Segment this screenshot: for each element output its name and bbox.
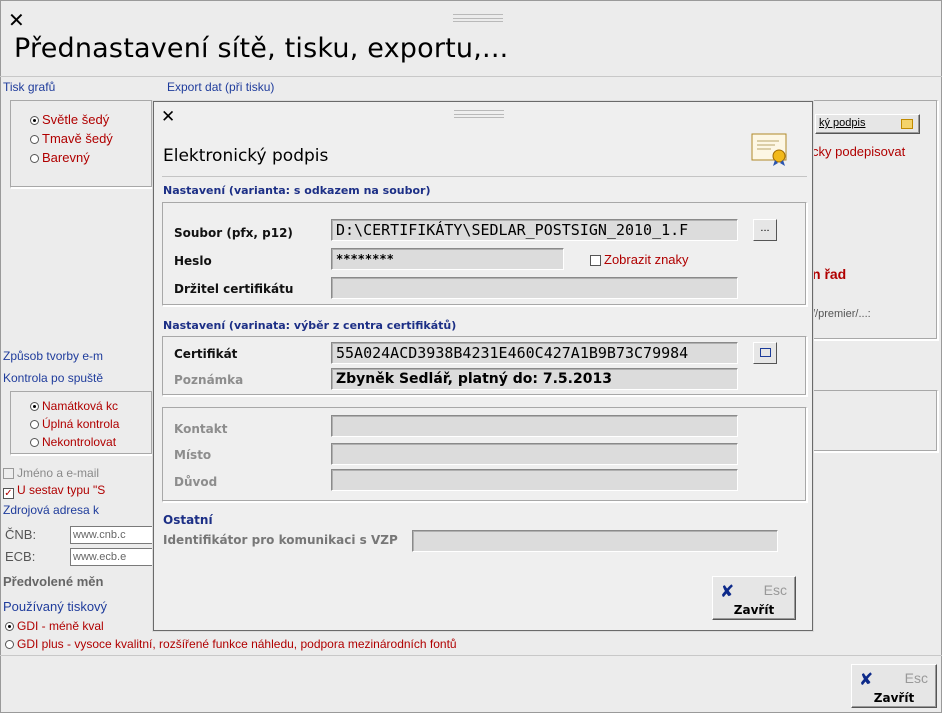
section-ostatni: Ostatní: [163, 513, 213, 527]
rad-label: n řad: [812, 266, 847, 282]
certificate-icon: [751, 132, 789, 166]
certifikat-label: Certifikát: [174, 347, 238, 361]
check-sestav[interactable]: ✓ U sestav typu "S: [3, 483, 105, 499]
select-certificate-button[interactable]: [753, 342, 777, 364]
drzitel-label: Držitel certifikátu: [174, 282, 294, 296]
zobrazit-checkbox[interactable]: Zobrazit znaky: [590, 252, 689, 267]
duvod-field[interactable]: [331, 469, 738, 491]
dialog-title: Elektronický podpis: [163, 146, 329, 166]
drzitel-field: [331, 277, 738, 299]
radio-graph-1[interactable]: Tmavě šedý: [30, 131, 113, 146]
radio-print-1[interactable]: GDI plus - vysoce kvalitní, rozšířené fu…: [5, 637, 457, 651]
page-title: Přednastavení sítě, tisku, exportu,...: [14, 33, 509, 64]
kontakt-field[interactable]: [331, 415, 738, 437]
section-tisk-grafu: Tisk grafů: [3, 80, 56, 94]
certificate-icon: [901, 119, 913, 129]
heslo-label: Heslo: [174, 254, 212, 268]
cnb-field[interactable]: www.cnb.c: [70, 526, 160, 544]
soubor-field[interactable]: D:\CERTIFIKÁTY\SEDLAR_POSTSIGN_2010_1.F: [331, 219, 738, 241]
radio-icon[interactable]: [30, 154, 39, 163]
cnb-label: ČNB:: [5, 527, 37, 542]
duvod-label: Důvod: [174, 475, 218, 489]
checkbox-icon[interactable]: [3, 468, 14, 479]
misto-label: Místo: [174, 448, 212, 462]
radio-icon[interactable]: [5, 622, 14, 631]
identifikator-label: Identifikátor pro komunikaci s VZP: [163, 533, 398, 547]
checkbox-icon[interactable]: [590, 255, 601, 266]
signature-dialog: ✕ Elektronický podpis Nastavení (variant…: [153, 101, 813, 631]
misto-field[interactable]: [331, 443, 738, 465]
radio-icon[interactable]: [30, 438, 39, 447]
section-pouzivany: Používaný tiskový: [3, 599, 108, 614]
radio-icon[interactable]: [30, 402, 39, 411]
radio-print-0[interactable]: GDI - méně kval: [5, 619, 104, 633]
browse-button[interactable]: ...: [753, 219, 777, 241]
divider: [0, 655, 942, 656]
radio-kontrola-0[interactable]: Namátková kc: [30, 399, 118, 413]
dialog-close-button[interactable]: ✘ Esc Zavřít: [712, 576, 796, 620]
radio-icon[interactable]: [30, 116, 39, 125]
close-x-icon: ✘: [720, 582, 735, 602]
kontakt-label: Kontakt: [174, 422, 228, 436]
close-icon[interactable]: ✕: [161, 109, 175, 126]
poznamka-field: Zbyněk Sedlář, platný do: 7.5.2013: [331, 368, 738, 390]
check-jmeno[interactable]: Jméno a e-mail: [3, 466, 99, 480]
divider: [162, 176, 807, 177]
drag-grip[interactable]: [453, 14, 503, 22]
radio-kontrola-2[interactable]: Nekontrolovat: [30, 435, 116, 449]
identifikator-field[interactable]: [412, 530, 778, 552]
radio-icon[interactable]: [5, 640, 14, 649]
checkbox-icon[interactable]: ✓: [3, 488, 14, 499]
main-close-button[interactable]: ✘ Esc Zavřít: [851, 664, 937, 708]
divider: [0, 76, 942, 77]
list-icon: [759, 348, 771, 357]
close-icon[interactable]: ✕: [8, 10, 25, 30]
radio-graph-0[interactable]: Světle šedý: [30, 112, 109, 127]
section-file: Nastavení (varianta: s odkazem na soubor…: [163, 184, 431, 197]
radio-icon[interactable]: [30, 420, 39, 429]
section-predvolene: Předvolené měn: [3, 574, 104, 589]
section-zdrojova: Zdrojová adresa k: [3, 503, 100, 517]
soubor-label: Soubor (pfx, p12): [174, 226, 293, 240]
drag-grip[interactable]: [454, 110, 504, 118]
certifikat-field[interactable]: 55A024ACD3938B4231E460C427A1B9B73C79984: [331, 342, 738, 364]
section-center: Nastavení (varinata: výběr z centra cert…: [163, 319, 457, 332]
premier-label: //premier/...:: [812, 308, 871, 320]
podpis-button[interactable]: ký podpis: [815, 114, 920, 134]
radio-graph-2[interactable]: Barevný: [30, 150, 90, 165]
heslo-field[interactable]: ********: [331, 248, 564, 270]
section-zpusob-tvorby: Způsob tvorby e-m: [3, 349, 104, 363]
ecb-label: ECB:: [5, 549, 36, 564]
poznamka-label: Poznámka: [174, 373, 244, 387]
podepisovat-label: cky podepisovat: [812, 144, 906, 159]
section-kontrola: Kontrola po spuště: [3, 371, 104, 385]
close-x-icon: ✘: [859, 670, 874, 690]
export-group: [810, 100, 938, 340]
radio-icon[interactable]: [30, 135, 39, 144]
radio-kontrola-1[interactable]: Úplná kontrola: [30, 417, 119, 431]
section-export-dat: Export dat (při tisku): [167, 80, 275, 94]
right-group-2: [810, 390, 938, 452]
ecb-field[interactable]: www.ecb.e: [70, 548, 160, 566]
